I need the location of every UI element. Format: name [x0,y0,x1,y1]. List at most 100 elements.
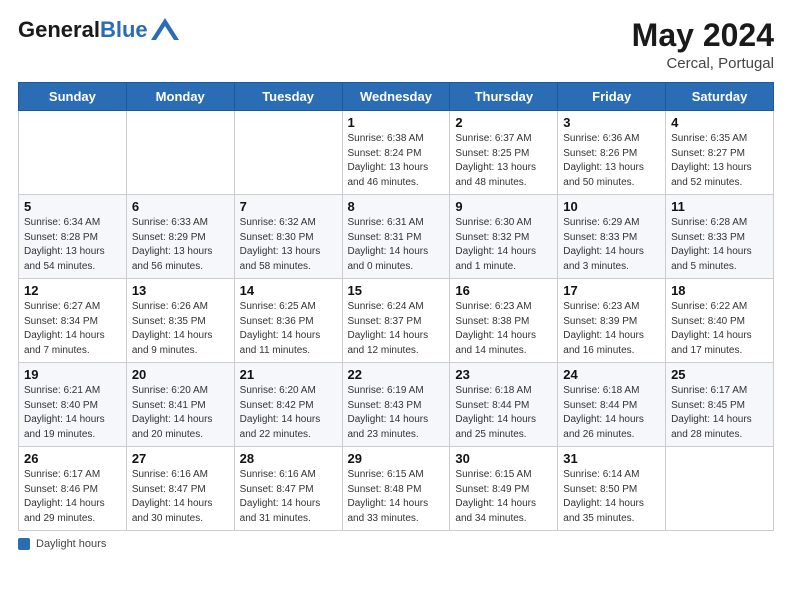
day-info: Sunrise: 6:17 AM Sunset: 8:46 PM Dayligh… [24,468,121,526]
day-number: 25 [671,367,768,382]
daylight-indicator [18,538,30,550]
day-info: Sunrise: 6:18 AM Sunset: 8:44 PM Dayligh… [455,384,552,442]
calendar-cell: 4 Sunrise: 6:35 AM Sunset: 8:27 PM Daylig… [666,111,774,195]
calendar-cell: 21Sunrise: 6:20 AM Sunset: 8:42 PM Dayli… [234,363,342,447]
day-number: 5 [24,199,121,214]
logo-general: General [18,18,100,42]
day-number: 30 [455,451,552,466]
calendar-cell: 30 Sunrise: 6:15 AM Sunset: 8:49 PM Dayli… [450,447,558,531]
day-info: Sunrise: 6:20 AM Sunset: 8:41 PM Dayligh… [132,384,229,442]
calendar-cell [19,111,127,195]
day-number: 9 [455,199,552,214]
calendar-cell [666,447,774,531]
day-number: 10 [563,199,660,214]
day-number: 29 [348,451,445,466]
calendar-cell: 16Sunrise: 6:23 AM Sunset: 8:38 PM Dayli… [450,279,558,363]
calendar-week-row: 5Sunrise: 6:34 AM Sunset: 8:28 PM Daylig… [19,195,774,279]
calendar-cell: 24Sunrise: 6:18 AM Sunset: 8:44 PM Dayli… [558,363,666,447]
calendar-cell: 25 Sunrise: 6:17 AM Sunset: 8:45 PM Dayli… [666,363,774,447]
calendar-cell: 29 Sunrise: 6:15 AM Sunset: 8:48 PM Dayli… [342,447,450,531]
day-info: Sunrise: 6:38 AM Sunset: 8:24 PM Dayligh… [348,132,445,190]
calendar-cell: 15 Sunrise: 6:24 AM Sunset: 8:37 PM Dayli… [342,279,450,363]
calendar-cell [126,111,234,195]
calendar-cell: 22 Sunrise: 6:19 AM Sunset: 8:43 PM Dayli… [342,363,450,447]
day-number: 21 [240,367,337,382]
day-number: 23 [455,367,552,382]
calendar-cell: 11Sunrise: 6:28 AM Sunset: 8:33 PM Dayli… [666,195,774,279]
calendar-week-row: 26Sunrise: 6:17 AM Sunset: 8:46 PM Dayli… [19,447,774,531]
calendar-cell: 10Sunrise: 6:29 AM Sunset: 8:33 PM Dayli… [558,195,666,279]
day-number: 8 [348,199,445,214]
calendar-header-tuesday: Tuesday [234,83,342,111]
calendar-cell: 12Sunrise: 6:27 AM Sunset: 8:34 PM Dayli… [19,279,127,363]
day-number: 18 [671,283,768,298]
day-number: 31 [563,451,660,466]
day-info: Sunrise: 6:17 AM Sunset: 8:45 PM Dayligh… [671,384,768,442]
calendar-cell: 5Sunrise: 6:34 AM Sunset: 8:28 PM Daylig… [19,195,127,279]
day-info: Sunrise: 6:21 AM Sunset: 8:40 PM Dayligh… [24,384,121,442]
calendar-cell: 7 Sunrise: 6:32 AM Sunset: 8:30 PM Daylig… [234,195,342,279]
calendar-cell: 3Sunrise: 6:36 AM Sunset: 8:26 PM Daylig… [558,111,666,195]
day-number: 22 [348,367,445,382]
footer: Daylight hours [18,538,774,550]
calendar-cell [234,111,342,195]
calendar-cell: 19 Sunrise: 6:21 AM Sunset: 8:40 PM Dayli… [19,363,127,447]
day-info: Sunrise: 6:25 AM Sunset: 8:36 PM Dayligh… [240,300,337,358]
calendar-cell: 14Sunrise: 6:25 AM Sunset: 8:36 PM Dayli… [234,279,342,363]
calendar-cell: 18 Sunrise: 6:22 AM Sunset: 8:40 PM Dayli… [666,279,774,363]
month-year: May 2024 [632,18,774,53]
day-info: Sunrise: 6:26 AM Sunset: 8:35 PM Dayligh… [132,300,229,358]
calendar-cell: 23 Sunrise: 6:18 AM Sunset: 8:44 PM Dayli… [450,363,558,447]
page: GeneralBlue May 2024 Cercal, Portugal Su… [0,0,792,612]
day-number: 13 [132,283,229,298]
day-number: 1 [348,115,445,130]
calendar-cell: 9 Sunrise: 6:30 AM Sunset: 8:32 PM Daylig… [450,195,558,279]
day-info: Sunrise: 6:30 AM Sunset: 8:32 PM Dayligh… [455,216,552,274]
day-info: Sunrise: 6:31 AM Sunset: 8:31 PM Dayligh… [348,216,445,274]
day-info: Sunrise: 6:32 AM Sunset: 8:30 PM Dayligh… [240,216,337,274]
calendar-cell: 26Sunrise: 6:17 AM Sunset: 8:46 PM Dayli… [19,447,127,531]
calendar-week-row: 19 Sunrise: 6:21 AM Sunset: 8:40 PM Dayli… [19,363,774,447]
calendar-header-sunday: Sunday [19,83,127,111]
calendar-cell: 2Sunrise: 6:37 AM Sunset: 8:25 PM Daylig… [450,111,558,195]
day-number: 17 [563,283,660,298]
logo: GeneralBlue [18,18,179,42]
calendar-header-monday: Monday [126,83,234,111]
calendar-cell: 1 Sunrise: 6:38 AM Sunset: 8:24 PM Daylig… [342,111,450,195]
calendar-cell: 13 Sunrise: 6:26 AM Sunset: 8:35 PM Dayli… [126,279,234,363]
day-info: Sunrise: 6:22 AM Sunset: 8:40 PM Dayligh… [671,300,768,358]
day-info: Sunrise: 6:37 AM Sunset: 8:25 PM Dayligh… [455,132,552,190]
day-number: 7 [240,199,337,214]
calendar-cell: 20 Sunrise: 6:20 AM Sunset: 8:41 PM Dayli… [126,363,234,447]
calendar-week-row: 1 Sunrise: 6:38 AM Sunset: 8:24 PM Daylig… [19,111,774,195]
day-info: Sunrise: 6:24 AM Sunset: 8:37 PM Dayligh… [348,300,445,358]
calendar-cell: 28Sunrise: 6:16 AM Sunset: 8:47 PM Dayli… [234,447,342,531]
calendar-table: SundayMondayTuesdayWednesdayThursdayFrid… [18,82,774,531]
logo-blue: Blue [100,18,148,42]
day-info: Sunrise: 6:18 AM Sunset: 8:44 PM Dayligh… [563,384,660,442]
day-number: 20 [132,367,229,382]
calendar-header-row: SundayMondayTuesdayWednesdayThursdayFrid… [19,83,774,111]
calendar-header-wednesday: Wednesday [342,83,450,111]
day-info: Sunrise: 6:36 AM Sunset: 8:26 PM Dayligh… [563,132,660,190]
day-info: Sunrise: 6:19 AM Sunset: 8:43 PM Dayligh… [348,384,445,442]
day-info: Sunrise: 6:33 AM Sunset: 8:29 PM Dayligh… [132,216,229,274]
day-info: Sunrise: 6:15 AM Sunset: 8:48 PM Dayligh… [348,468,445,526]
day-number: 4 [671,115,768,130]
calendar-cell: 27Sunrise: 6:16 AM Sunset: 8:47 PM Dayli… [126,447,234,531]
calendar-cell: 31 Sunrise: 6:14 AM Sunset: 8:50 PM Dayli… [558,447,666,531]
calendar-header-thursday: Thursday [450,83,558,111]
day-info: Sunrise: 6:23 AM Sunset: 8:39 PM Dayligh… [563,300,660,358]
day-info: Sunrise: 6:15 AM Sunset: 8:49 PM Dayligh… [455,468,552,526]
day-number: 19 [24,367,121,382]
calendar-cell: 8 Sunrise: 6:31 AM Sunset: 8:31 PM Daylig… [342,195,450,279]
day-number: 6 [132,199,229,214]
day-info: Sunrise: 6:35 AM Sunset: 8:27 PM Dayligh… [671,132,768,190]
location: Cercal, Portugal [632,55,774,72]
day-info: Sunrise: 6:14 AM Sunset: 8:50 PM Dayligh… [563,468,660,526]
footer-label: Daylight hours [36,538,106,550]
day-number: 27 [132,451,229,466]
day-number: 12 [24,283,121,298]
day-number: 15 [348,283,445,298]
calendar-header-saturday: Saturday [666,83,774,111]
